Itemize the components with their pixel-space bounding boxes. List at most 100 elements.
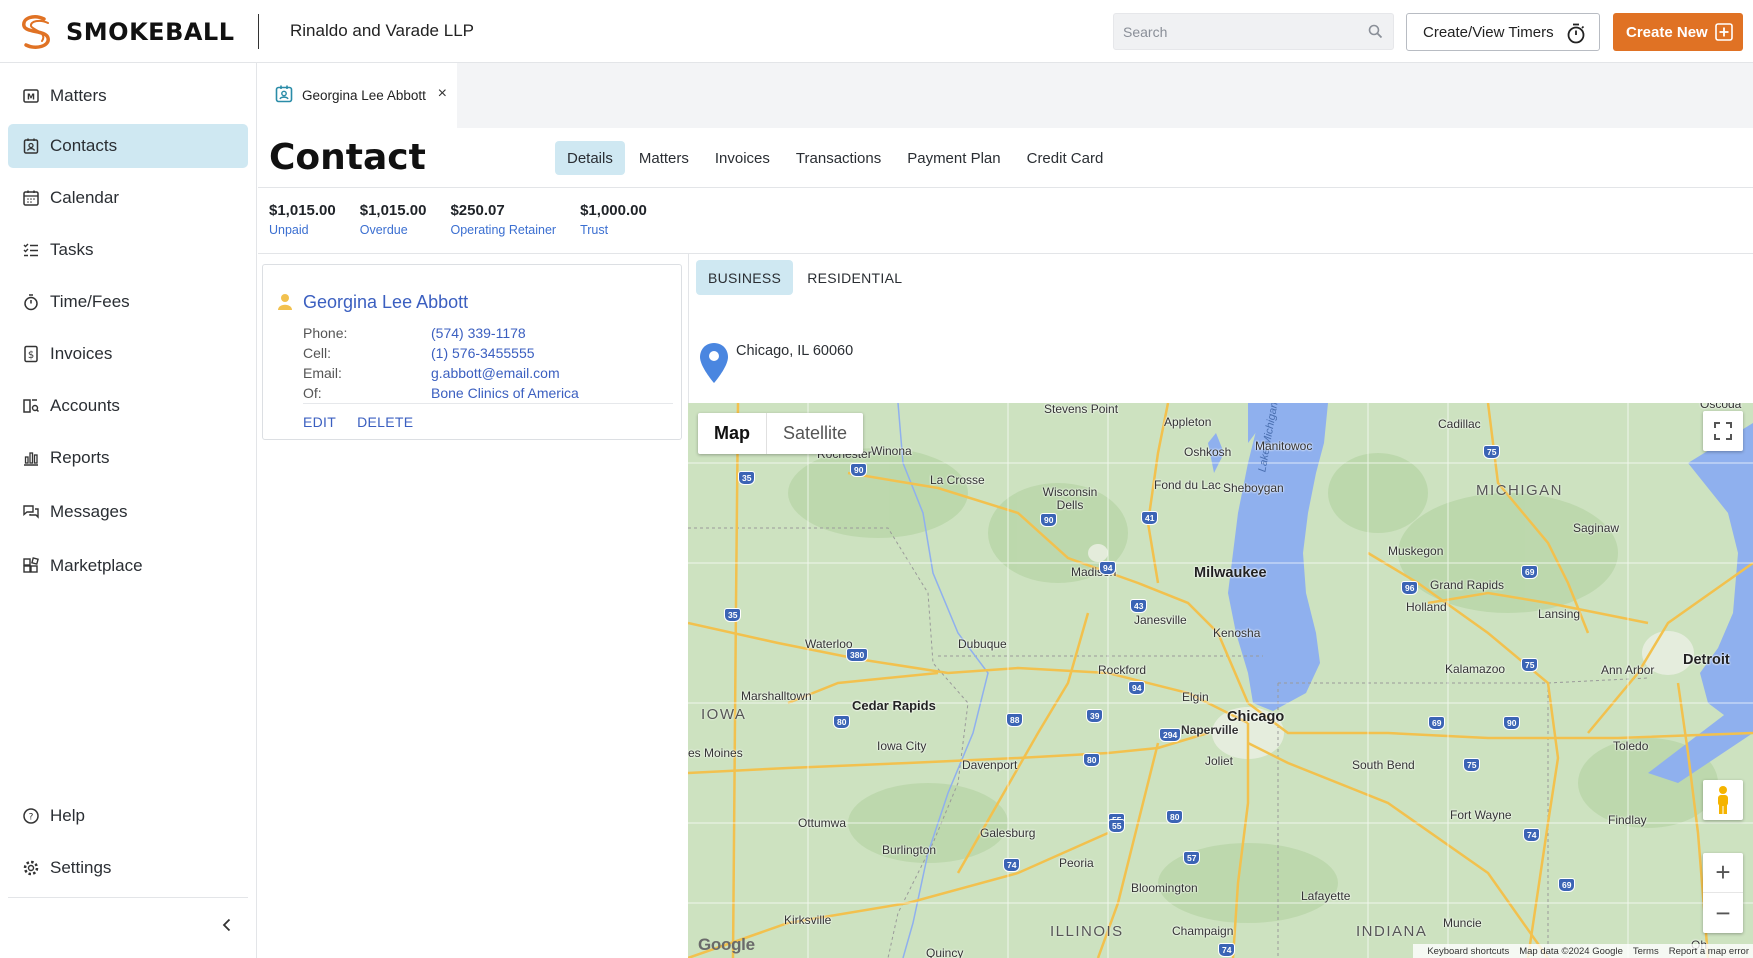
tab-transactions[interactable]: Transactions [784, 141, 893, 175]
sidebar-item-time-fees[interactable]: Time/Fees [8, 280, 248, 324]
location-pin-icon [699, 342, 729, 387]
stat-unpaid[interactable]: $1,015.00 Unpaid [269, 202, 336, 237]
calendar-icon [21, 188, 41, 208]
tab-invoices[interactable]: Invoices [703, 141, 782, 175]
highway-shield: 69 [1558, 878, 1576, 892]
keyboard-shortcuts-link[interactable]: Keyboard shortcuts [1427, 946, 1509, 957]
tab-residential[interactable]: RESIDENTIAL [795, 260, 914, 295]
city-label: Ann Arbor [1601, 663, 1655, 677]
pegman-icon [1718, 786, 1728, 814]
sidebar-item-label: Invoices [50, 344, 113, 363]
map-type-map-button[interactable]: Map [698, 413, 767, 454]
city-label: Sheboygan [1223, 481, 1284, 495]
email-link[interactable]: g.abbott@email.com [431, 365, 560, 381]
sidebar-item-contacts[interactable]: Contacts [8, 124, 248, 168]
city-label: Davenport [962, 758, 1018, 772]
close-icon[interactable]: × [438, 85, 447, 103]
highway-shield: 35 [724, 608, 742, 622]
accounts-icon [21, 396, 41, 416]
create-new-button[interactable]: Create New [1613, 13, 1743, 51]
contact-field-phone: Phone: (574) 339-1178 [303, 323, 673, 343]
create-view-timers-button[interactable]: Create/View Timers [1406, 13, 1600, 51]
address-text: Chicago, IL 60060 [736, 343, 854, 359]
sidebar-item-invoices[interactable]: $ Invoices [8, 332, 248, 376]
highway-shield: 74 [1218, 943, 1236, 957]
sidebar-item-label: Settings [50, 858, 112, 877]
stat-amount: $1,000.00 [580, 202, 647, 219]
city-label: Detroit [1683, 652, 1730, 668]
smokeball-logo[interactable]: SMOKEBALL [18, 14, 235, 50]
fullscreen-button[interactable] [1703, 411, 1743, 451]
city-label: Manitowoc [1255, 439, 1313, 453]
edit-button[interactable]: EDIT [303, 414, 336, 430]
city-label: es Moines [688, 746, 743, 760]
person-icon [277, 293, 293, 314]
sidebar-item-matters[interactable]: M Matters [8, 74, 248, 118]
city-label: Kalamazoo [1445, 662, 1506, 676]
document-tab-strip: Georgina Lee Abbott × [258, 63, 1753, 128]
google-logo[interactable]: Google [698, 935, 755, 955]
stat-label: Operating Retainer [450, 223, 557, 237]
city-label: Stevens Point [1044, 403, 1119, 416]
search-input[interactable] [1114, 14, 1354, 49]
timers-button-label: Create/View Timers [1423, 23, 1554, 41]
city-label: Naperville [1181, 723, 1239, 737]
map-type-satellite-button[interactable]: Satellite [767, 413, 863, 454]
zoom-out-button[interactable]: − [1703, 893, 1743, 933]
street-view-pegman[interactable] [1703, 780, 1743, 820]
search-icon[interactable] [1368, 24, 1383, 42]
tab-payment-plan[interactable]: Payment Plan [895, 141, 1012, 175]
svg-text:M: M [27, 93, 35, 102]
city-label: Saginaw [1573, 521, 1620, 535]
sidebar-item-settings[interactable]: Settings [8, 846, 248, 890]
tab-credit-card[interactable]: Credit Card [1015, 141, 1116, 175]
state-label: IOWA [701, 706, 747, 723]
sidebar-item-marketplace[interactable]: Marketplace [8, 544, 248, 588]
zoom-in-button[interactable]: + [1703, 853, 1743, 893]
tab-business[interactable]: BUSINESS [696, 260, 794, 295]
sidebar-item-reports[interactable]: Reports [8, 436, 248, 480]
svg-text:?: ? [29, 813, 34, 823]
sidebar-item-tasks[interactable]: Tasks [8, 228, 248, 272]
sidebar-item-help[interactable]: ? Help [8, 794, 248, 838]
city-label: Janesville [1134, 613, 1187, 627]
card-divider [303, 403, 673, 404]
contact-name[interactable]: Georgina Lee Abbott [303, 292, 468, 313]
sidebar-item-calendar[interactable]: Calendar [8, 176, 248, 220]
highway-shield: 294 [1159, 728, 1182, 742]
highway-shield: 380 [846, 648, 869, 662]
terms-link[interactable]: Terms [1633, 946, 1659, 957]
logo-text: SMOKEBALL [66, 18, 235, 46]
stat-overdue[interactable]: $1,015.00 Overdue [360, 202, 427, 237]
header-rule [258, 187, 1753, 188]
search-box [1113, 13, 1394, 50]
city-label: Cadillac [1438, 417, 1481, 431]
highway-shield: 90 [1503, 716, 1521, 730]
report-map-error-link[interactable]: Report a map error [1669, 946, 1749, 957]
tab-matters[interactable]: Matters [627, 141, 701, 175]
svg-text:$: $ [28, 350, 34, 361]
tab-details[interactable]: Details [555, 141, 625, 175]
highway-shield: 55 [1108, 819, 1126, 833]
sidebar-item-messages[interactable]: Messages [8, 490, 248, 534]
chevron-left-icon[interactable] [218, 916, 236, 937]
delete-button[interactable]: DELETE [357, 414, 413, 430]
state-label: INDIANA [1356, 923, 1428, 940]
organization-link[interactable]: Bone Clinics of America [431, 385, 579, 401]
city-label: Marshalltown [741, 689, 812, 703]
contact-document-tab[interactable]: Georgina Lee Abbott × [258, 63, 457, 128]
sidebar-item-accounts[interactable]: Accounts [8, 384, 248, 428]
highway-shield: 94 [1128, 681, 1146, 695]
highway-shield: 96 [1401, 581, 1419, 595]
sidebar-item-label: Messages [50, 502, 128, 521]
sidebar-item-label: Contacts [50, 136, 118, 155]
contact-subtabs: Details Matters Invoices Transactions Pa… [555, 141, 1117, 175]
stat-operating-retainer[interactable]: $250.07 Operating Retainer [450, 202, 556, 237]
phone-link[interactable]: (574) 339-1178 [431, 325, 526, 341]
city-label: Oshkosh [1184, 445, 1232, 459]
google-map[interactable]: Lake Michigan MICHIGAN IOWA ILLINOIS IND… [688, 403, 1753, 958]
cell-link[interactable]: (1) 576-3455555 [431, 345, 535, 361]
stat-trust[interactable]: $1,000.00 Trust [580, 202, 647, 237]
state-label: ILLINOIS [1050, 923, 1124, 940]
reports-icon [21, 448, 41, 468]
